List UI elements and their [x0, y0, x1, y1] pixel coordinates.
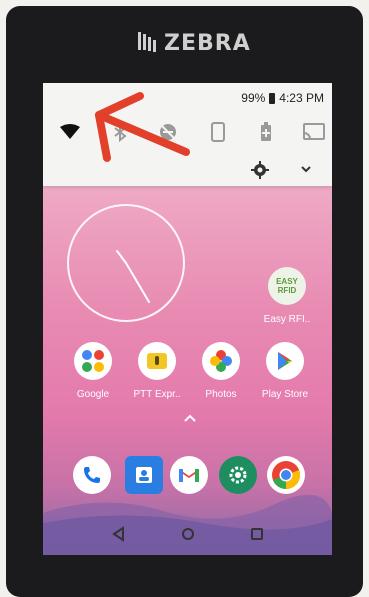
photos-icon — [202, 342, 240, 380]
battery-percent: 99% — [241, 91, 266, 105]
easy-rfid-icon-text: EASY RFID — [276, 277, 298, 295]
quick-settings-row — [57, 119, 327, 145]
rotate-icon[interactable] — [205, 119, 231, 145]
analog-clock-widget[interactable] — [67, 204, 185, 322]
dnd-icon[interactable] — [155, 119, 181, 145]
app-label: Google — [76, 389, 110, 400]
wifi-icon[interactable] — [57, 119, 83, 145]
chrome-icon[interactable] — [267, 456, 305, 494]
app-ptt-express[interactable]: PTT Expr.. — [127, 342, 187, 400]
app-play-store[interactable]: Play Store — [255, 342, 315, 400]
brand-name: ZEBRA — [164, 30, 251, 56]
battery-icon — [269, 92, 276, 104]
ptt-express-icon — [138, 342, 176, 380]
settings-icon[interactable] — [219, 456, 257, 494]
app-photos[interactable]: Photos — [191, 342, 251, 400]
home-icon[interactable] — [179, 525, 197, 543]
app-label: Photos — [205, 389, 237, 400]
clock-hands-icon — [116, 250, 150, 303]
app-google[interactable]: Google — [63, 342, 123, 400]
zebra-logo-icon — [138, 32, 156, 52]
app-label: Easy RFI.. — [263, 314, 311, 325]
dock — [43, 456, 332, 500]
status-time: 4:23 PM — [279, 91, 324, 105]
app-drawer-chevron-icon[interactable] — [183, 413, 197, 423]
gmail-icon[interactable] — [170, 456, 208, 494]
contacts-icon[interactable] — [125, 456, 163, 494]
navigation-bar — [43, 513, 332, 555]
battery-saver-icon[interactable] — [253, 119, 279, 145]
quick-settings-panel: 99% 4:23 PM — [43, 83, 332, 186]
phone-icon[interactable] — [73, 456, 111, 494]
status-bar: 99% 4:23 PM — [241, 91, 324, 105]
google-folder-icon — [74, 342, 112, 380]
app-easy-rfid[interactable]: EASY RFID Easy RFI.. — [257, 267, 317, 325]
recents-icon[interactable] — [248, 525, 266, 543]
bluetooth-icon[interactable] — [107, 119, 133, 145]
chevron-down-icon[interactable] — [299, 163, 313, 175]
app-label: PTT Expr.. — [133, 389, 181, 400]
gear-icon[interactable] — [251, 161, 269, 179]
play-store-icon — [266, 342, 304, 380]
cast-icon[interactable] — [301, 119, 327, 145]
easy-rfid-icon: EASY RFID — [268, 267, 306, 305]
device-screen: EASY RFID Easy RFI.. Google PTT Expr.. P… — [43, 83, 332, 555]
app-label: Play Store — [261, 389, 309, 400]
back-icon[interactable] — [110, 525, 128, 543]
zebra-brand: ZEBRA — [136, 28, 251, 58]
